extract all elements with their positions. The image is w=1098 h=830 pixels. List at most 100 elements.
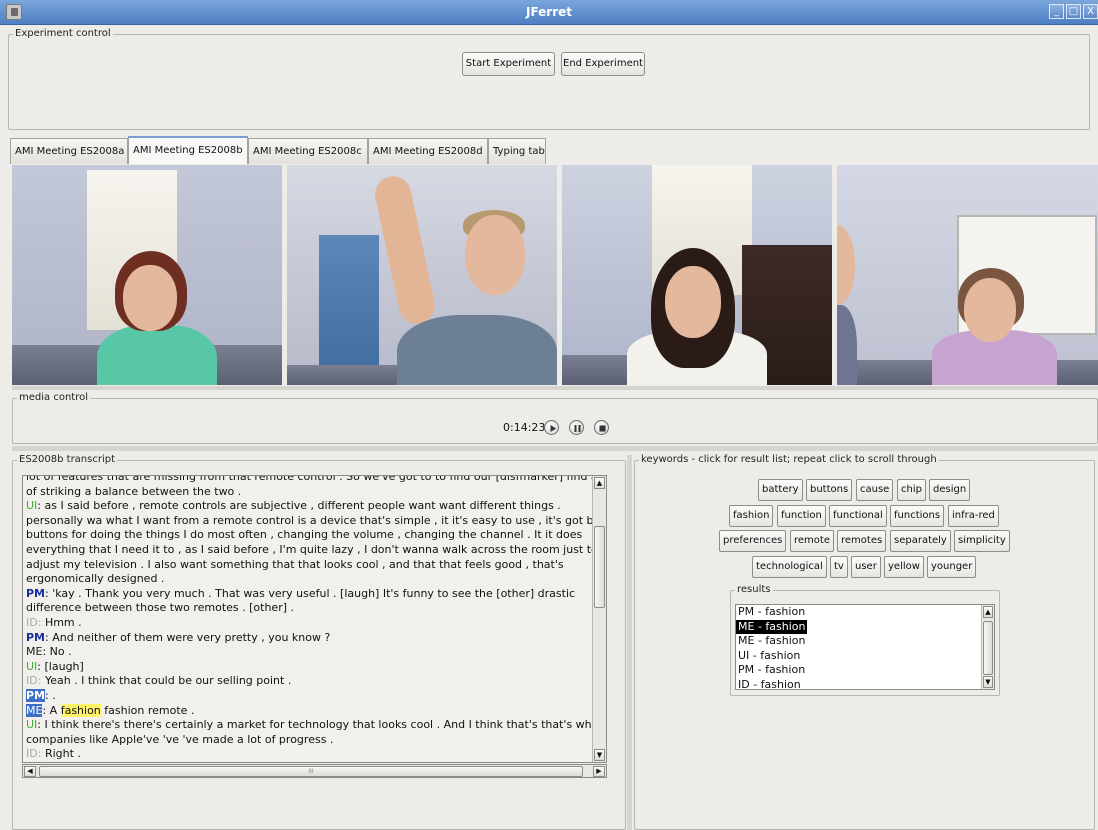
experiment-control-legend: Experiment control xyxy=(13,28,113,39)
media-control-legend: media control xyxy=(17,392,90,403)
keyword-button-infra-red[interactable]: infra-red xyxy=(948,505,999,527)
keyword-button-remotes[interactable]: remotes xyxy=(837,530,887,552)
transcript-line: ID: Right . xyxy=(26,747,81,761)
play-icon xyxy=(550,425,556,432)
result-item[interactable]: PM - fashion xyxy=(736,663,994,678)
transcript-line: of striking a balance between the two . xyxy=(26,485,603,500)
video-splitter[interactable] xyxy=(12,386,1098,390)
speaker-label: ME xyxy=(26,703,43,717)
transcript-line: everything that I need it to , as I said… xyxy=(26,543,603,558)
transcript-line: buttons for doing the things I do most o… xyxy=(26,528,603,543)
end-experiment-button[interactable]: End Experiment xyxy=(561,52,645,76)
transcript-line: adjust my television . I also want somet… xyxy=(26,558,603,573)
stop-icon xyxy=(599,425,606,432)
keyword-button-buttons[interactable]: buttons xyxy=(806,479,853,501)
scroll-thumb[interactable] xyxy=(594,526,605,608)
results-list[interactable]: PM - fashion ME - fashion ME - fashion UI -… xyxy=(735,604,995,690)
keyword-button-battery[interactable]: battery xyxy=(758,479,803,501)
media-splitter[interactable] xyxy=(12,446,1098,451)
transcript-line: ID: Yeah . I think that could be our sel… xyxy=(26,674,292,688)
transcript-text: companies like Apple've 've 've made a l… xyxy=(26,732,334,746)
keyword-button-preferences[interactable]: preferences xyxy=(719,530,787,552)
transcript-text: adjust my television . I also want somet… xyxy=(26,557,564,571)
transcript-text: Hmm . xyxy=(44,615,82,629)
keyword-button-functions[interactable]: functions xyxy=(890,505,945,527)
keyword-button-cause[interactable]: cause xyxy=(856,479,894,501)
video-camera-3 xyxy=(562,165,832,385)
result-item[interactable]: UI - fashion xyxy=(736,649,994,664)
transcript-text: A xyxy=(49,703,61,717)
result-item[interactable]: PM - fashion xyxy=(736,605,994,620)
scroll-right-arrow-icon[interactable]: ▶ xyxy=(593,766,605,777)
video-camera-1 xyxy=(12,165,282,385)
result-item[interactable]: ME - fashion xyxy=(736,634,994,649)
keyword-button-simplicity[interactable]: simplicity xyxy=(954,530,1010,552)
hscroll-thumb[interactable]: III xyxy=(39,766,583,777)
start-experiment-button[interactable]: Start Experiment xyxy=(462,52,555,76)
transcript-line: ergonomically designed . xyxy=(26,572,603,587)
keyword-button-fashion[interactable]: fashion xyxy=(729,505,774,527)
transcript-line: ME: No . xyxy=(26,645,72,659)
playback-time: 0:14:23 xyxy=(503,421,546,434)
keyword-button-functional[interactable]: functional xyxy=(829,505,887,527)
scroll-down-arrow-icon[interactable]: ▼ xyxy=(594,749,605,761)
speaker-label: ID xyxy=(26,674,38,688)
pause-button[interactable] xyxy=(569,420,584,435)
transcript-text: ergonomically designed . xyxy=(26,572,165,586)
transcript-horizontal-scrollbar[interactable]: ◀ III ▶ xyxy=(22,764,607,778)
keywords-legend: keywords - click for result list; repeat… xyxy=(639,454,939,465)
maximize-button[interactable]: □ xyxy=(1066,4,1081,19)
speaker-label: UI xyxy=(26,659,38,673)
results-scroll-thumb[interactable] xyxy=(983,621,993,675)
result-item[interactable]: ME - fashion xyxy=(736,619,808,634)
speaker-label: UI xyxy=(26,718,38,732)
transcript-legend: ES2008b transcript xyxy=(17,454,118,465)
results-scroll-up-arrow-icon[interactable]: ▲ xyxy=(983,606,993,618)
transcript-text: I think there's there's certainly a mark… xyxy=(44,718,599,732)
tab-es2008b[interactable]: AMI Meeting ES2008b xyxy=(128,136,248,164)
keyword-button-function[interactable]: function xyxy=(777,505,826,527)
results-scroll-down-arrow-icon[interactable]: ▼ xyxy=(983,676,993,688)
scroll-up-arrow-icon[interactable]: ▲ xyxy=(594,477,605,489)
keyword-button-yellow[interactable]: yellow xyxy=(884,556,924,578)
speaker-label: PM xyxy=(26,688,46,702)
result-item[interactable]: ID - fashion xyxy=(736,678,994,690)
transcript-line: personally wa what I want from a remote … xyxy=(26,514,603,529)
keyword-button-chip[interactable]: chip xyxy=(897,479,926,501)
close-button[interactable]: X xyxy=(1083,4,1098,19)
keyword-button-technological[interactable]: technological xyxy=(752,556,827,578)
scroll-left-arrow-icon[interactable]: ◀ xyxy=(24,766,36,777)
speaker-label: PM xyxy=(26,630,46,644)
transcript-text-area[interactable]: lot of features that are missing from th… xyxy=(22,475,607,763)
keyword-button-separately[interactable]: separately xyxy=(890,530,951,552)
transcript-text: personally wa what I want from a remote … xyxy=(26,513,603,527)
transcript-line: companies like Apple've 've 've made a l… xyxy=(26,733,603,748)
transcript-text: difference between those two remotes . [… xyxy=(26,601,295,615)
minimize-button[interactable]: _ xyxy=(1049,4,1064,19)
tab-typing[interactable]: Typing tab xyxy=(488,138,546,164)
keyword-button-remote[interactable]: remote xyxy=(790,530,834,552)
speaker-label: PM xyxy=(26,586,46,600)
keyword-button-tv[interactable]: tv xyxy=(830,556,848,578)
panel-splitter[interactable] xyxy=(627,455,632,830)
transcript-line: difference between those two remotes . [… xyxy=(26,601,603,616)
video-camera-4 xyxy=(837,165,1098,385)
transcript-text: lot of features that are missing from th… xyxy=(26,475,598,483)
results-vertical-scrollbar[interactable]: ▲ ▼ xyxy=(981,605,994,689)
keyword-button-design[interactable]: design xyxy=(929,479,971,501)
transcript-vertical-scrollbar[interactable]: ▲ ▼ xyxy=(592,476,606,762)
keyword-button-younger[interactable]: younger xyxy=(927,556,977,578)
tab-es2008d[interactable]: AMI Meeting ES2008d xyxy=(368,138,488,164)
keyword-button-user[interactable]: user xyxy=(851,556,881,578)
transcript-text: No . xyxy=(49,645,72,659)
tab-es2008a[interactable]: AMI Meeting ES2008a xyxy=(10,138,128,164)
play-button[interactable] xyxy=(544,420,559,435)
tab-es2008c[interactable]: AMI Meeting ES2008c xyxy=(248,138,368,164)
transcript-text: as I said before , remote controls are s… xyxy=(44,499,561,513)
transcript-text: buttons for doing the things I do most o… xyxy=(26,528,583,542)
stop-button[interactable] xyxy=(594,420,609,435)
results-legend: results xyxy=(735,584,773,595)
transcript-line: UI: as I said before , remote controls a… xyxy=(26,499,561,513)
transcript-line: ID: Hmm . xyxy=(26,615,82,629)
transcript-text: Right . xyxy=(44,747,81,761)
